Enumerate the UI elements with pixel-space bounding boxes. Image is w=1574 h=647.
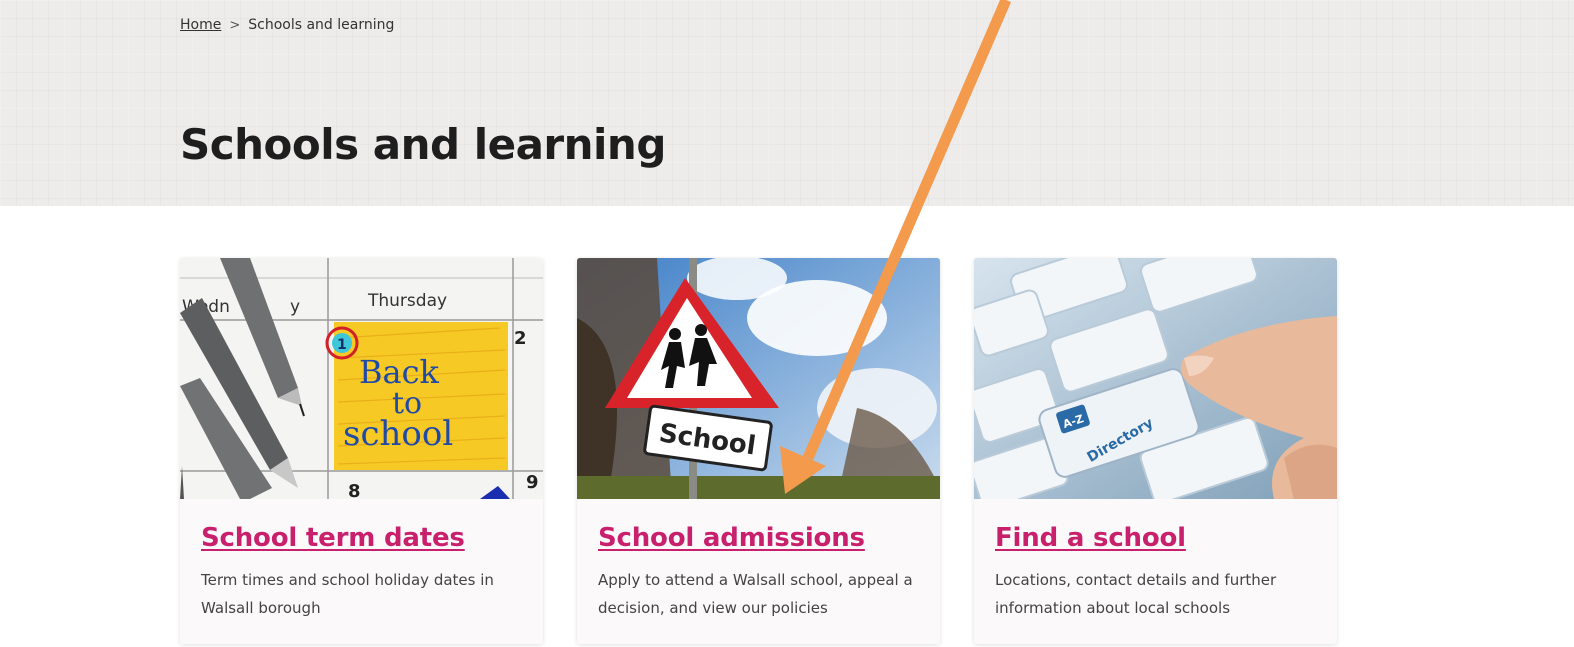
keyboard-image: A-Z Directory (974, 258, 1337, 499)
breadcrumb: Home > Schools and learning (180, 17, 394, 33)
card-link-find-a-school[interactable]: Find a school (995, 523, 1317, 553)
calendar-day-thursday: Thursday (367, 291, 447, 311)
card-description: Apply to attend a Walsall school, appeal… (598, 571, 913, 617)
breadcrumb-home-link[interactable]: Home (180, 17, 221, 33)
calendar-date-9: 9 (526, 472, 539, 493)
breadcrumb-current: Schools and learning (248, 17, 395, 33)
breadcrumb-separator: > (229, 17, 241, 33)
hero-banner: Home > Schools and learning Schools and … (0, 0, 1574, 206)
calendar-date-8: 8 (348, 481, 361, 499)
note-text-school: school (343, 414, 453, 454)
card-body: School term dates Term times and school … (180, 499, 543, 622)
card-description: Term times and school holiday dates in W… (201, 571, 494, 617)
card-body: Find a school Locations, contact details… (974, 499, 1337, 622)
card-find-a-school: A-Z Directory Find a school Locations, c… (974, 258, 1337, 644)
calendar-date-2: 2 (514, 328, 527, 349)
card-description: Locations, contact details and further i… (995, 571, 1277, 617)
page-title: Schools and learning (180, 120, 666, 169)
page: Home > Schools and learning Schools and … (0, 0, 1574, 647)
calendar-date-1: 1 (337, 337, 347, 353)
calendar-day-wednesday-end: y (290, 297, 300, 317)
card-list: Wedn y Thursday Back to school 1 2 (180, 258, 1337, 644)
card-link-school-term-dates[interactable]: School term dates (201, 523, 523, 553)
card-link-school-admissions[interactable]: School admissions (598, 523, 920, 553)
card-school-admissions: School School admissions Apply to attend… (577, 258, 940, 644)
card-school-term-dates: Wedn y Thursday Back to school 1 2 (180, 258, 543, 644)
school-sign-image: School (577, 258, 940, 499)
card-body: School admissions Apply to attend a Wals… (577, 499, 940, 622)
calendar-image: Wedn y Thursday Back to school 1 2 (180, 258, 543, 499)
